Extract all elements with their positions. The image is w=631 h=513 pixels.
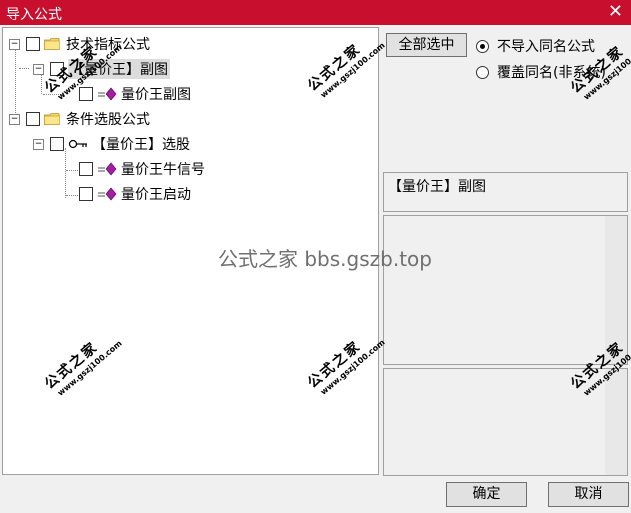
ok-button[interactable]: 确定 [446,482,527,507]
formula-icon [98,87,117,101]
tree-item-tech-leaf[interactable]: 量价王副图 [79,83,191,105]
key-icon [68,139,87,149]
tree-item-condition-leaf[interactable]: 量价王启动 [79,183,191,205]
close-icon[interactable]: ✕ [608,2,623,22]
tree-connector [65,148,66,198]
select-all-button[interactable]: 全部选中 [386,33,467,57]
tree-connector [66,195,78,196]
formula-icon [98,187,117,201]
checkbox[interactable] [79,187,93,201]
collapse-icon[interactable]: − [9,38,20,50]
scrollbar[interactable] [605,369,627,475]
checkbox[interactable] [26,37,40,51]
center-watermark: 公式之家 bbs.gszb.top [218,247,432,271]
tree-item-label: 量价王牛信号 [121,162,205,178]
selected-formula-name: 【量价王】副图 [383,172,628,212]
formula-description-box[interactable] [383,215,628,365]
tree-item-label: 条件选股公式 [66,112,150,128]
tree-item-label: 【量价王】选股 [92,137,190,153]
tree-item-condition[interactable]: − 条件选股公式 [9,108,150,130]
radio-button[interactable] [476,65,489,79]
tree-item-label: 量价王副图 [121,87,191,103]
window-title: 导入公式 [6,7,62,23]
collapse-icon[interactable]: − [33,138,44,150]
radio-skip-same-name[interactable]: 不导入同名公式 [476,36,595,56]
formula-icon [98,162,117,176]
checkbox[interactable] [79,162,93,176]
title-bar: 导入公式 ✕ [0,0,631,25]
checkbox[interactable] [26,112,40,126]
folder-icon [44,113,60,125]
collapse-icon[interactable]: − [9,113,20,125]
checkbox[interactable] [79,87,93,101]
checkbox[interactable] [50,137,64,151]
radio-button[interactable] [476,39,489,53]
cancel-button[interactable]: 取消 [548,482,629,507]
tree-item-condition-leaf[interactable]: 量价王牛信号 [79,158,205,180]
folder-icon [44,38,60,50]
collapse-icon[interactable]: − [33,63,44,75]
radio-label: 不导入同名公式 [497,39,595,55]
tree-item-condition-group[interactable]: − 【量价王】选股 [33,133,190,155]
tree-connector [19,68,29,69]
selected-formula-label: 【量价王】副图 [388,179,486,195]
tree-connector [66,170,78,171]
tree-item-label: 量价王启动 [121,187,191,203]
